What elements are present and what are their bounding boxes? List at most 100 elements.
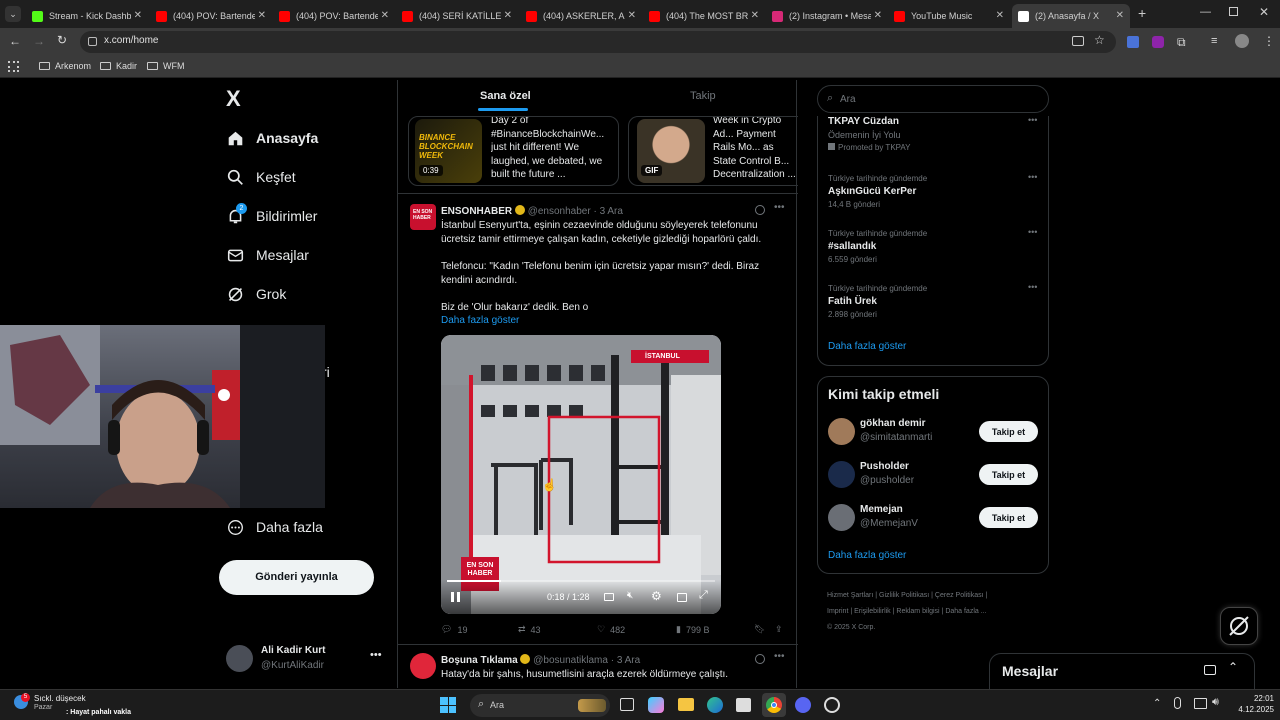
grok-action-icon[interactable] bbox=[755, 654, 765, 664]
like-button[interactable]: ♡ 482 bbox=[597, 624, 625, 635]
tab-list-icon[interactable]: ⌄ bbox=[5, 6, 21, 22]
tab-following[interactable]: Takip bbox=[690, 90, 716, 102]
close-tab-icon[interactable]: ✕ bbox=[628, 10, 636, 21]
follow-button[interactable]: Takip et bbox=[979, 421, 1038, 442]
more-options-icon[interactable]: ••• bbox=[1028, 282, 1037, 292]
video-progress-bar[interactable] bbox=[447, 580, 715, 582]
volume-icon[interactable]: 🔊︎ bbox=[1212, 696, 1219, 709]
bookmark-kadir[interactable]: Kadir bbox=[100, 61, 137, 71]
translate-extension-icon[interactable] bbox=[1127, 36, 1139, 48]
taskbar-search[interactable]: ⌕ Ara bbox=[470, 694, 610, 717]
nav-item-messages[interactable]: Mesajlar bbox=[226, 246, 309, 264]
close-tab-icon[interactable]: ✕ bbox=[381, 10, 389, 21]
footer-link[interactable]: Erişilebilirlik bbox=[854, 608, 891, 615]
new-message-icon[interactable] bbox=[1204, 665, 1216, 675]
follow-button[interactable]: Takip et bbox=[979, 507, 1038, 528]
app-icon[interactable] bbox=[824, 697, 840, 713]
follow-button[interactable]: Takip et bbox=[979, 464, 1038, 485]
more-options-icon[interactable]: ••• bbox=[774, 202, 785, 213]
more-options-icon[interactable]: ••• bbox=[1028, 227, 1037, 237]
close-tab-icon[interactable]: ✕ bbox=[504, 10, 512, 21]
start-windows-icon[interactable] bbox=[440, 697, 456, 713]
copilot-icon[interactable] bbox=[648, 697, 664, 713]
messages-drawer[interactable]: Mesajlar ⌃ bbox=[989, 653, 1255, 689]
extension-icon[interactable] bbox=[1152, 36, 1164, 48]
site-info-icon[interactable] bbox=[88, 37, 97, 46]
pip-icon[interactable] bbox=[677, 593, 687, 602]
bookmark-wfm[interactable]: WFM bbox=[147, 61, 185, 71]
settings-gear-icon[interactable]: ⚙ bbox=[651, 589, 662, 603]
author-name[interactable]: Boşuna Tıklama bbox=[441, 655, 518, 666]
reload-icon[interactable]: ↻ bbox=[57, 33, 67, 47]
tweet[interactable]: Boşuna Tıklama @bosunatiklama · 3 Ara ••… bbox=[398, 645, 798, 690]
follow-suggestion[interactable]: gökhan demir @simitatanmarti Takip et bbox=[818, 417, 1048, 453]
bookmark-arkenom[interactable]: Arkenom bbox=[39, 61, 91, 71]
pause-icon[interactable] bbox=[451, 592, 460, 602]
promoted-trend[interactable]: TKPAY Cüzdan Ödemenin İyi Yolu Promoted … bbox=[828, 115, 1040, 161]
more-options-icon[interactable]: ••• bbox=[1028, 115, 1037, 125]
search-input[interactable]: ⌕ Ara bbox=[817, 85, 1049, 113]
media-control-icon[interactable]: ≡ bbox=[1211, 35, 1217, 47]
url-field[interactable]: x.com/home ☆ bbox=[80, 31, 1116, 53]
chrome-icon[interactable] bbox=[762, 693, 786, 717]
discord-icon[interactable] bbox=[795, 697, 811, 713]
back-icon[interactable]: ← bbox=[9, 34, 21, 48]
bookmark-star-icon[interactable]: ☆ bbox=[1094, 33, 1105, 47]
more-options-icon[interactable]: ••• bbox=[774, 651, 785, 662]
browser-tab[interactable]: (2) Instagram • Mesa ✕ bbox=[766, 4, 888, 28]
footer-link[interactable]: Çerez Politikası bbox=[935, 592, 984, 599]
close-tab-icon[interactable]: ✕ bbox=[1116, 10, 1124, 21]
new-tab-icon[interactable]: + bbox=[1138, 5, 1146, 21]
share-icon[interactable]: ⇪ bbox=[775, 624, 783, 635]
who-show-more-link[interactable]: Daha fazla göster bbox=[828, 550, 906, 561]
tweet[interactable]: EN SON HABER ENSONHABER @ensonhaber · 3 … bbox=[398, 194, 798, 644]
forward-icon[interactable]: → bbox=[33, 34, 45, 48]
nav-item-more[interactable]: Daha fazla bbox=[226, 518, 323, 536]
bookmark-icon[interactable]: 🔖︎ bbox=[754, 624, 765, 635]
media-card[interactable]: BINANCE BLOCKCHAIN WEEK 0:39 Day 2 of #B… bbox=[408, 116, 619, 186]
tray-overflow-icon[interactable]: ⌃ bbox=[1153, 698, 1161, 709]
close-window-icon[interactable]: ✕ bbox=[1259, 5, 1269, 19]
weather-widget[interactable]: 5 Sıckl. düşecek Pazar : Hayat pahalı va… bbox=[14, 693, 174, 719]
browser-tab[interactable]: (404) POV: Bartender ✕ bbox=[150, 4, 272, 28]
follow-suggestion[interactable]: Pusholder @pusholder Takip et bbox=[818, 460, 1048, 496]
extensions-puzzle-icon[interactable]: ⧉ bbox=[1177, 35, 1186, 50]
nav-item-grok[interactable]: Grok bbox=[226, 285, 286, 303]
post-button[interactable]: Gönderi yayınla bbox=[219, 560, 374, 595]
grok-action-icon[interactable] bbox=[755, 205, 765, 215]
close-tab-icon[interactable]: ✕ bbox=[996, 10, 1004, 21]
mute-icon[interactable]: 🔇︎ bbox=[627, 590, 633, 601]
display-icon[interactable] bbox=[1194, 698, 1207, 709]
restore-icon[interactable] bbox=[1229, 7, 1238, 16]
account-more-icon[interactable]: ••• bbox=[370, 649, 382, 661]
nav-item-home[interactable]: Anasayfa bbox=[226, 129, 318, 147]
microphone-icon[interactable] bbox=[1174, 697, 1181, 709]
close-tab-icon[interactable]: ✕ bbox=[751, 10, 759, 21]
tweet-time[interactable]: 3 Ara bbox=[600, 206, 623, 217]
grok-floating-button[interactable] bbox=[1220, 607, 1258, 645]
author-handle[interactable]: @ensonhaber bbox=[528, 206, 591, 217]
footer-link[interactable]: Imprint bbox=[827, 608, 848, 615]
trend-item[interactable]: Türkiye tarihinde gündemde #sallandık 6.55… bbox=[828, 227, 1040, 271]
trend-item[interactable]: Türkiye tarihinde gündemde AşkınGücü KerP… bbox=[828, 172, 1040, 216]
follow-suggestion[interactable]: Memejan @MemejanV Takip et bbox=[818, 503, 1048, 539]
video-player[interactable]: İSTANBUL EN SON HABER 0:18 / 1:28 🔇︎ ⚙ ⤢… bbox=[441, 335, 721, 614]
store-icon[interactable] bbox=[736, 698, 751, 712]
browser-tab[interactable]: (404) The MOST BRU ✕ bbox=[643, 4, 765, 28]
browser-menu-icon[interactable]: ⋮ bbox=[1263, 34, 1275, 48]
captions-icon[interactable] bbox=[604, 593, 614, 601]
account-switcher[interactable]: Ali Kadir Kurt @KurtAliKadir ••• bbox=[226, 643, 386, 675]
views-button[interactable]: ▮ 799 B bbox=[676, 624, 709, 635]
footer-link[interactable]: Daha fazla ... bbox=[945, 608, 986, 615]
trend-item[interactable]: Türkiye tarihinde gündemde Fatih Ürek 2.89… bbox=[828, 282, 1040, 326]
minimize-icon[interactable]: — bbox=[1200, 6, 1211, 18]
trends-show-more-link[interactable]: Daha fazla göster bbox=[828, 341, 906, 352]
show-more-link[interactable]: Daha fazla göster bbox=[441, 314, 519, 328]
more-options-icon[interactable]: ••• bbox=[1028, 172, 1037, 182]
install-app-icon[interactable] bbox=[1072, 36, 1084, 46]
repost-button[interactable]: ⇄ 43 bbox=[518, 624, 541, 635]
media-card[interactable]: GIF Week in Crypto Ad... Payment Rails M… bbox=[628, 116, 798, 186]
nav-item-notifications[interactable]: 2 Bildirimler bbox=[226, 203, 317, 225]
author-name[interactable]: ENSONHABER bbox=[441, 206, 512, 217]
tweet-time[interactable]: 3 Ara bbox=[617, 655, 640, 666]
